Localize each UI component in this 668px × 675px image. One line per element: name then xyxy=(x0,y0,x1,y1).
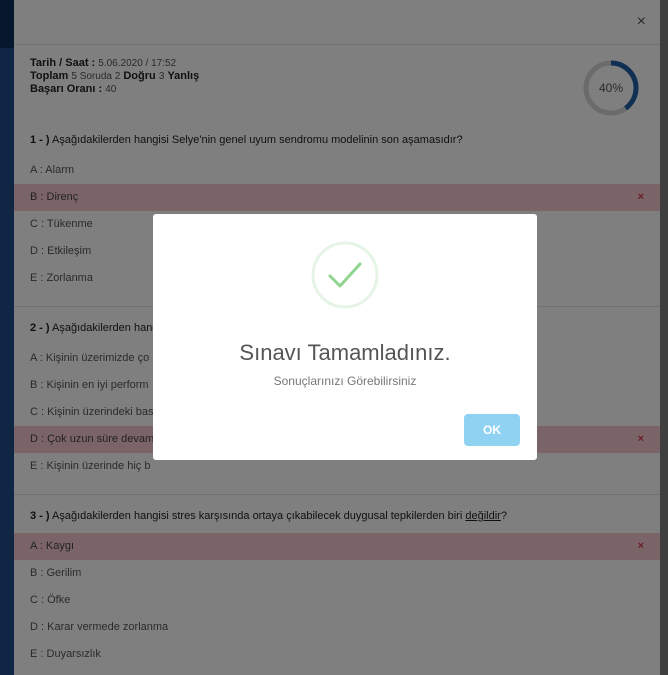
dialog-title: Sınavı Tamamladınız. xyxy=(239,340,451,365)
completion-dialog: Sınavı Tamamladınız. Sonuçlarınızı Göreb… xyxy=(153,214,537,460)
dialog-text: Sonuçlarınızı Görebilirsiniz xyxy=(273,374,417,388)
check-icon-svg xyxy=(311,241,379,309)
check-icon xyxy=(310,240,380,310)
ok-button[interactable]: OK xyxy=(464,414,520,446)
check-mark xyxy=(328,262,362,288)
check-circle-ring xyxy=(311,241,379,309)
